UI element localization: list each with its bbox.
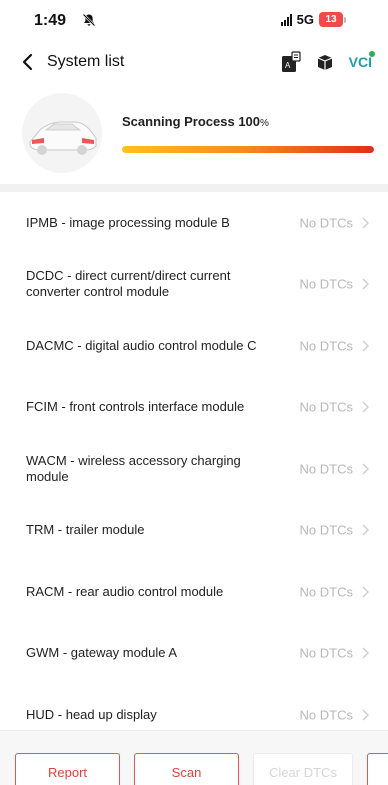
module-name: RACM - rear audio control module (26, 583, 224, 599)
scan-button[interactable]: Scan (134, 753, 239, 785)
more-action-button[interactable] (367, 753, 388, 785)
module-status: No DTCs (299, 522, 353, 538)
scan-progress-fill (122, 146, 374, 153)
car-icon (22, 93, 102, 173)
module-row[interactable]: WACM - wireless accessory charging modul… (0, 438, 388, 500)
module-row[interactable]: DCDC - direct current/direct current con… (0, 254, 388, 316)
module-name: FCIM - front controls interface module (26, 399, 245, 415)
module-name: TRM - trailer module (26, 522, 145, 538)
capture-box-icon[interactable] (315, 52, 335, 72)
status-bar: 1:49 5G 13 (0, 0, 388, 40)
module-name: WACM - wireless accessory charging modul… (26, 452, 241, 484)
module-list: IPMB - image processing module B No DTCs… (0, 192, 388, 746)
module-name: DACMC - digital audio control module C (26, 337, 257, 353)
module-name: DCDC - direct current/direct current con… (26, 268, 231, 300)
report-document-icon[interactable]: A (281, 51, 301, 73)
chevron-right-icon (362, 401, 369, 413)
chevron-right-icon (362, 463, 369, 475)
nav-bar: System list A VCI (0, 42, 388, 82)
chevron-right-icon (362, 217, 369, 229)
scan-progress-bar (122, 146, 374, 153)
signal-icon (280, 13, 292, 26)
network-label: 5G (296, 12, 314, 27)
svg-text:A: A (285, 61, 291, 70)
battery-icon: 13 (319, 12, 346, 27)
module-status: No DTCs (299, 338, 353, 354)
status-indicators: 5G 13 (280, 12, 346, 27)
module-status: No DTCs (299, 276, 353, 292)
module-status: No DTCs (299, 584, 353, 600)
scan-percent-sign: % (260, 118, 269, 129)
module-status: No DTCs (299, 215, 353, 231)
nav-actions: A VCI (281, 51, 375, 73)
chevron-right-icon (362, 340, 369, 352)
report-button[interactable]: Report (15, 753, 120, 785)
module-name: IPMB - image processing module B (26, 214, 230, 230)
battery-level: 13 (319, 12, 343, 27)
chevron-right-icon (362, 586, 369, 598)
module-status: No DTCs (299, 399, 353, 415)
back-chevron-icon[interactable] (18, 52, 38, 72)
scan-panel: Scanning Process 100% (0, 84, 388, 184)
page-title: System list (47, 53, 125, 70)
status-time: 1:49 (34, 12, 67, 29)
chevron-right-icon (362, 709, 369, 721)
clear-dtcs-button[interactable]: Clear DTCs (253, 753, 353, 785)
chevron-right-icon (362, 647, 369, 659)
vci-connection-icon[interactable]: VCI (348, 51, 375, 70)
bottom-action-bar: Report Scan Clear DTCs (0, 730, 388, 785)
module-status: No DTCs (299, 645, 353, 661)
module-name: GWM - gateway module A (26, 645, 177, 661)
scan-progress-label: Scanning Process 100% (122, 114, 269, 129)
module-row[interactable]: TRM - trailer module No DTCs (0, 500, 388, 562)
chevron-right-icon (362, 524, 369, 536)
module-row[interactable]: DACMC - digital audio control module C N… (0, 315, 388, 377)
module-status: No DTCs (299, 461, 353, 477)
section-divider (0, 184, 388, 192)
module-row[interactable]: RACM - rear audio control module No DTCs (0, 561, 388, 623)
vci-label: VCI (348, 54, 372, 70)
module-name: HUD - head up display (26, 706, 157, 722)
module-status: No DTCs (299, 707, 353, 723)
bell-muted-icon (82, 13, 96, 27)
module-row[interactable]: IPMB - image processing module B No DTCs (0, 192, 388, 254)
scan-label-text: Scanning Process 100 (122, 114, 261, 129)
chevron-right-icon (362, 278, 369, 290)
module-row[interactable]: FCIM - front controls interface module N… (0, 377, 388, 439)
module-row[interactable]: GWM - gateway module A No DTCs (0, 623, 388, 685)
